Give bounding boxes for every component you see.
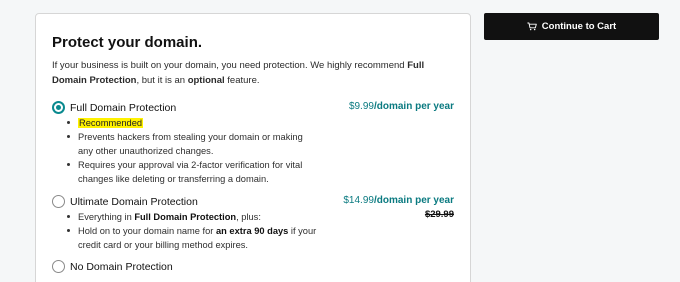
bullet-text: Everything in bbox=[78, 212, 135, 222]
intro-text: If your business is built on your domain… bbox=[52, 58, 447, 88]
price-amount: $14.99 bbox=[343, 195, 374, 206]
continue-to-cart-button[interactable]: Continue to Cart bbox=[484, 13, 659, 40]
intro-part1: If your business is built on your domain… bbox=[52, 60, 408, 71]
list-item: Requires your approval via 2-factor veri… bbox=[67, 158, 318, 186]
option-name: No Domain Protection bbox=[70, 260, 173, 273]
domain-protection-card: Protect your domain. If your business is… bbox=[35, 13, 471, 282]
intro-bold2: optional bbox=[187, 75, 225, 86]
list-item: Everything in Full Domain Protection, pl… bbox=[67, 210, 318, 224]
option-ultimate-domain-protection[interactable]: Ultimate Domain Protection $14.99/domain… bbox=[52, 195, 454, 252]
cart-button-label: Continue to Cart bbox=[541, 21, 617, 32]
shopping-cart-icon bbox=[527, 22, 537, 31]
radio-full-domain-protection[interactable] bbox=[52, 101, 65, 114]
recommended-badge: Recommended bbox=[78, 118, 144, 128]
bullet-bold: an extra 90 days bbox=[215, 226, 289, 236]
price-full: $9.99/domain per year bbox=[349, 101, 454, 112]
list-item: Hold on to your domain name for an extra… bbox=[67, 224, 318, 252]
option-full-domain-protection[interactable]: Full Domain Protection $9.99/domain per … bbox=[52, 101, 454, 186]
price-amount: $9.99 bbox=[348, 101, 374, 112]
radio-no-domain-protection[interactable] bbox=[52, 260, 65, 273]
option-no-domain-protection[interactable]: No Domain Protection bbox=[52, 260, 454, 273]
bullet-text: Hold on to your domain name for bbox=[78, 226, 216, 236]
original-price: $29.99 bbox=[424, 209, 454, 220]
feature-list: Recommended Prevents hackers from steali… bbox=[67, 116, 454, 186]
page: Protect your domain. If your business is… bbox=[0, 0, 680, 282]
radio-ultimate-domain-protection[interactable] bbox=[52, 195, 65, 208]
price-per: /domain per year bbox=[373, 195, 454, 206]
intro-part3: feature. bbox=[224, 75, 260, 86]
card-title: Protect your domain. bbox=[52, 34, 203, 51]
price-ultimate: $14.99/domain per year bbox=[343, 195, 454, 206]
bullet-text: , plus: bbox=[236, 212, 261, 222]
option-name: Full Domain Protection bbox=[70, 101, 177, 114]
option-name: Ultimate Domain Protection bbox=[70, 195, 198, 208]
intro-part2: , but it is an bbox=[136, 75, 188, 86]
bullet-bold: Full Domain Protection bbox=[134, 212, 237, 222]
list-item: Recommended bbox=[67, 116, 318, 130]
list-item: Prevents hackers from stealing your doma… bbox=[67, 130, 318, 158]
price-per: /domain per year bbox=[373, 101, 454, 112]
